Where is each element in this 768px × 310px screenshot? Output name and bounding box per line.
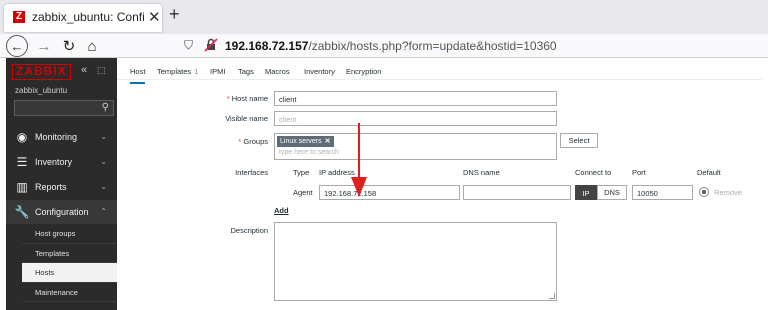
reload-icon[interactable]: ↻	[58, 35, 80, 57]
sidebar-item-label: Monitoring	[35, 132, 78, 142]
agent-ip-input[interactable]: 192.168.72.158	[319, 185, 460, 200]
add-interface-link[interactable]: Add	[274, 206, 289, 215]
sidebar-item-label: Reports	[35, 182, 67, 192]
select-groups-button[interactable]: Select	[560, 133, 598, 148]
search-icon[interactable]: ⚲	[102, 102, 109, 113]
wrench-icon: 🔧	[14, 205, 30, 219]
close-icon[interactable]: ✕	[325, 138, 331, 145]
chevron-down-icon: ⌄	[100, 182, 107, 191]
tab-label: IPMI	[210, 67, 226, 76]
zabbix-logo[interactable]: ZABBIX	[12, 64, 71, 80]
groups-label-text: Groups	[243, 137, 268, 146]
remove-interface-link[interactable]: Remove	[714, 188, 742, 197]
host-name-label-text: Host name	[231, 94, 268, 103]
connect-ip-button[interactable]: IP	[575, 185, 597, 200]
list-icon: ☰	[16, 155, 28, 169]
eye-icon: ◉	[16, 130, 28, 144]
zabbix-favicon-icon: Z	[13, 11, 25, 23]
server-name: zabbix_ubuntu	[15, 86, 68, 95]
submenu-item-hosts[interactable]: Hosts	[22, 263, 117, 283]
tab-ipmi[interactable]: IPMI	[210, 67, 225, 76]
agent-dns-input[interactable]	[463, 185, 571, 200]
default-interface-radio[interactable]	[699, 187, 709, 197]
form-tabs: Host Templates 1 IPMI Tags Macros Invento…	[117, 58, 762, 84]
description-textarea[interactable]	[274, 222, 557, 301]
tab-host[interactable]: Host	[130, 67, 146, 84]
sidebar-item-label: Configuration	[35, 207, 89, 217]
header-port: Port	[632, 168, 646, 177]
tab-badge: 1	[194, 67, 199, 76]
chevron-up-icon: ⌃	[100, 207, 107, 216]
browser-nav-bar: ← → ↻ ⌂ ⛉ 192.168.72.157/zabbix/hosts.ph…	[0, 34, 768, 58]
sidebar-item-monitoring[interactable]: ◉ Monitoring ⌄	[6, 125, 117, 149]
groups-multiselect[interactable]: Linux servers ✕ type here to search	[274, 133, 557, 160]
header-default: Default	[697, 168, 721, 177]
tab-macros[interactable]: Macros	[265, 67, 290, 76]
group-chip-label: Linux servers	[280, 138, 322, 145]
tab-encryption[interactable]: Encryption	[346, 67, 381, 76]
sidebar-item-label: Inventory	[35, 157, 73, 167]
browser-tab-bar: Z zabbix_ubuntu: Configur ✕ +	[0, 0, 768, 34]
insecure-lock-icon[interactable]	[204, 38, 218, 52]
header-ip-address: IP address	[319, 168, 355, 177]
visible-name-label: Visible name	[225, 114, 268, 123]
url-path: /zabbix/hosts.php?form=update&hostid=103…	[308, 39, 557, 53]
configuration-submenu: Host groups Templates Hosts Maintenance	[22, 224, 117, 302]
shield-icon[interactable]: ⛉	[184, 38, 193, 53]
sidebar-search-input[interactable]: ⚲	[14, 100, 114, 116]
host-name-input[interactable]: client	[274, 91, 557, 106]
back-arrow-icon[interactable]: ←	[6, 35, 28, 57]
agent-port-input[interactable]: 10050	[632, 185, 693, 200]
url-bar[interactable]: ⛉ 192.168.72.157/zabbix/hosts.php?form=u…	[180, 36, 760, 56]
header-type: Type	[293, 168, 310, 177]
groups-label: * Groups	[238, 137, 268, 146]
description-label: Description	[230, 226, 268, 235]
header-connect-to: Connect to	[575, 168, 612, 177]
new-tab-icon[interactable]: +	[169, 4, 180, 25]
tab-label: Inventory	[304, 67, 335, 76]
groups-search-placeholder[interactable]: type here to search	[279, 149, 339, 156]
tab-label: Encryption	[346, 67, 382, 76]
browser-tab[interactable]: Z zabbix_ubuntu: Configur ✕	[4, 4, 162, 32]
submenu-item-host-groups[interactable]: Host groups	[22, 224, 117, 244]
agent-label: Agent	[293, 188, 313, 197]
header-dns-name: DNS name	[463, 168, 500, 177]
sidebar-item-reports[interactable]: ▥ Reports ⌄	[6, 175, 117, 199]
tab-label: Templates	[157, 67, 192, 76]
close-icon[interactable]: ✕	[148, 8, 161, 26]
tab-tags[interactable]: Tags	[238, 67, 254, 76]
tab-inventory[interactable]: Inventory	[304, 67, 335, 76]
tab-templates[interactable]: Templates 1	[157, 67, 198, 76]
connect-dns-button[interactable]: DNS	[597, 185, 627, 200]
bar-chart-icon: ▥	[16, 180, 28, 194]
forward-arrow-icon[interactable]: →	[33, 35, 55, 57]
resize-handle-icon[interactable]	[549, 293, 555, 299]
tab-label: Tags	[238, 67, 254, 76]
sidebar-item-inventory[interactable]: ☰ Inventory ⌄	[6, 150, 117, 174]
submenu-item-templates[interactable]: Templates	[22, 244, 117, 263]
group-chip[interactable]: Linux servers ✕	[277, 136, 334, 147]
collapse-sidebar-icon[interactable]: «	[81, 64, 87, 76]
chevron-down-icon: ⌄	[100, 157, 107, 166]
tab-title: zabbix_ubuntu: Configur	[32, 10, 144, 24]
kiosk-mode-icon[interactable]: ⬚	[97, 65, 106, 76]
url-host: 192.168.72.157	[225, 39, 309, 53]
interfaces-label: Interfaces	[235, 168, 268, 177]
chevron-down-icon: ⌄	[100, 132, 107, 141]
host-form: Host Templates 1 IPMI Tags Macros Invento…	[117, 58, 762, 310]
tab-label: Macros	[265, 67, 290, 76]
sidebar-item-configuration[interactable]: 🔧 Configuration ⌃	[6, 200, 117, 224]
sidebar: ZABBIX « ⬚ zabbix_ubuntu ⚲ ◉ Monitoring …	[6, 58, 117, 310]
host-name-label: * Host name	[227, 94, 268, 103]
submenu-item-maintenance[interactable]: Maintenance	[22, 283, 117, 302]
visible-name-input[interactable]: client	[274, 111, 557, 126]
url-text[interactable]: 192.168.72.157/zabbix/hosts.php?form=upd…	[225, 39, 557, 53]
tab-label: Host	[130, 67, 146, 76]
home-icon[interactable]: ⌂	[81, 35, 103, 57]
